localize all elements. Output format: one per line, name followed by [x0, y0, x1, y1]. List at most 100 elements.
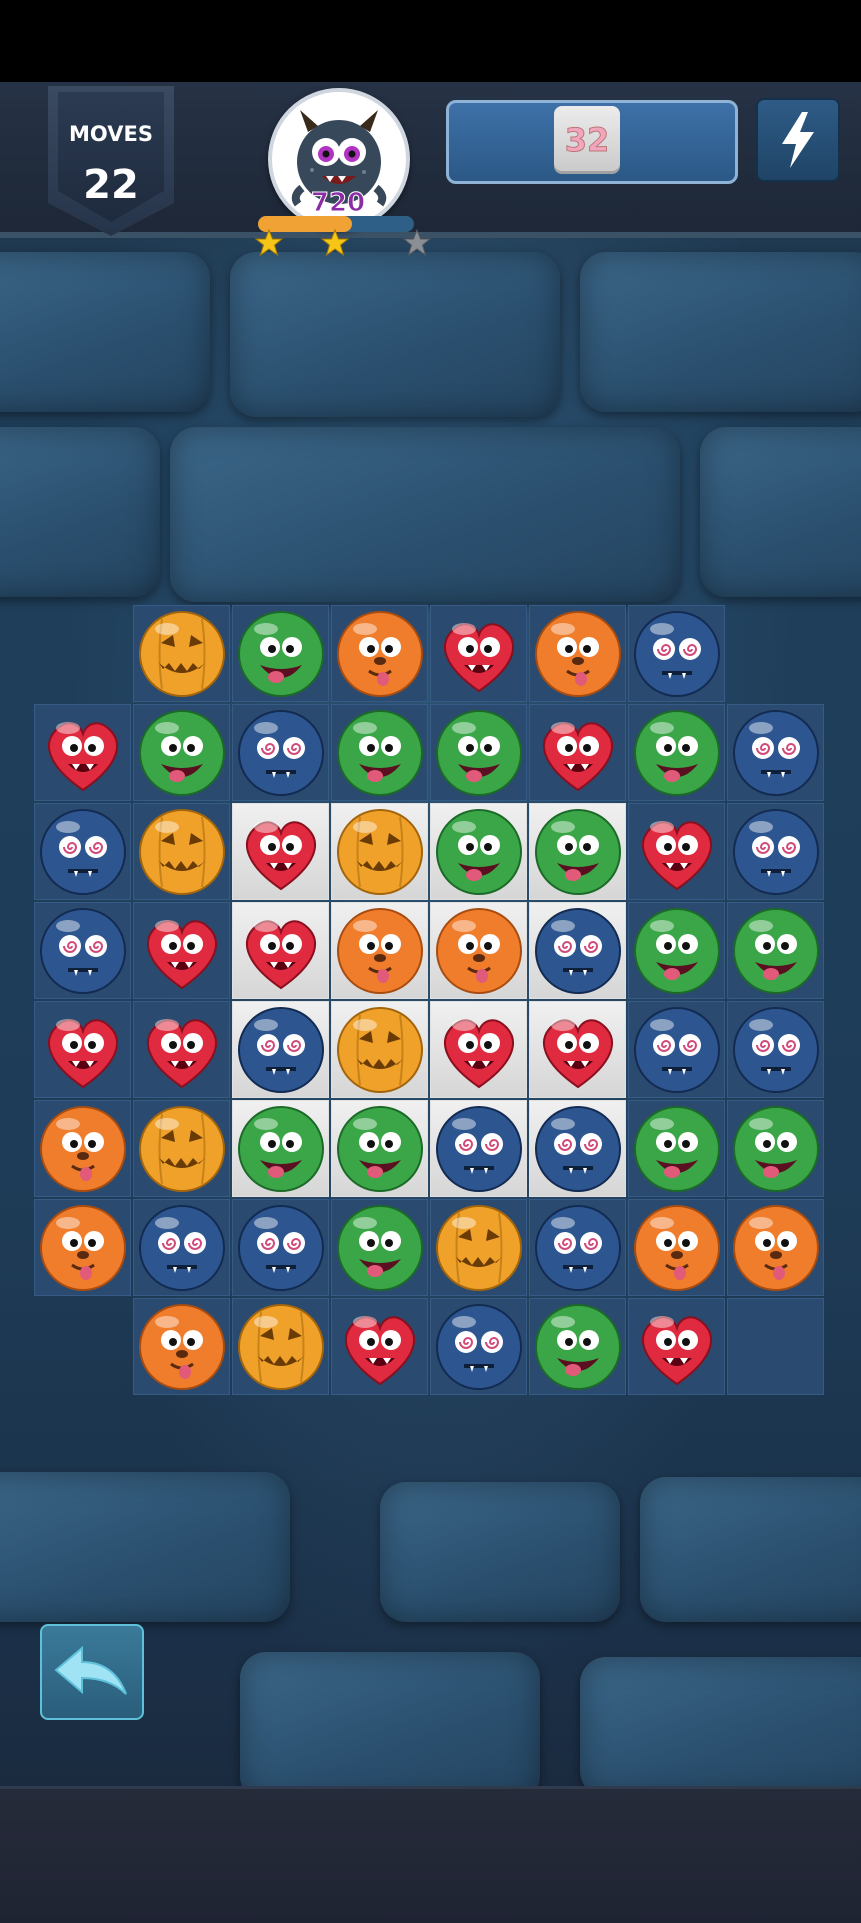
board-cell[interactable] — [133, 704, 230, 801]
board-cell[interactable] — [133, 803, 230, 900]
board-cell[interactable] — [529, 902, 626, 999]
pumpkin-monster-icon[interactable] — [335, 807, 425, 897]
board-cell[interactable] — [628, 803, 725, 900]
board-cell[interactable] — [331, 1298, 428, 1395]
board-cell[interactable] — [331, 605, 428, 702]
green-monster-icon[interactable] — [434, 807, 524, 897]
red-heart-monster-icon[interactable] — [38, 708, 128, 798]
board-cell[interactable] — [133, 1100, 230, 1197]
board-cell[interactable] — [727, 1100, 824, 1197]
red-heart-monster-icon[interactable] — [38, 1005, 128, 1095]
board-cell[interactable] — [34, 1199, 131, 1296]
blue-swirl-monster-icon[interactable] — [137, 1203, 227, 1293]
green-monster-icon[interactable] — [731, 1104, 821, 1194]
board-cell[interactable] — [133, 1298, 230, 1395]
board-cell[interactable] — [727, 902, 824, 999]
board-cell[interactable] — [628, 605, 725, 702]
red-heart-monster-icon[interactable] — [632, 807, 722, 897]
red-heart-monster-icon[interactable] — [335, 1302, 425, 1392]
green-monster-icon[interactable] — [335, 1104, 425, 1194]
board-cell[interactable] — [628, 1298, 725, 1395]
board-cell[interactable] — [232, 1001, 329, 1098]
red-heart-monster-icon[interactable] — [137, 906, 227, 996]
board-cell[interactable] — [133, 605, 230, 702]
orange-monster-icon[interactable] — [434, 906, 524, 996]
green-monster-icon[interactable] — [335, 1203, 425, 1293]
orange-monster-icon[interactable] — [38, 1203, 128, 1293]
orange-monster-icon[interactable] — [137, 1302, 227, 1392]
back-button[interactable] — [40, 1624, 144, 1720]
green-monster-icon[interactable] — [632, 708, 722, 798]
board-cell[interactable] — [133, 902, 230, 999]
blue-swirl-monster-icon[interactable] — [434, 1104, 524, 1194]
blue-swirl-monster-icon[interactable] — [236, 708, 326, 798]
board-cell[interactable] — [133, 1001, 230, 1098]
pumpkin-monster-icon[interactable] — [137, 1104, 227, 1194]
board-cell[interactable] — [232, 704, 329, 801]
board-cell[interactable] — [727, 1298, 824, 1395]
pumpkin-monster-icon[interactable] — [137, 609, 227, 699]
green-monster-icon[interactable] — [533, 1302, 623, 1392]
blue-swirl-monster-icon[interactable] — [632, 1005, 722, 1095]
board-cell[interactable] — [34, 1001, 131, 1098]
board-cell[interactable] — [34, 902, 131, 999]
board-cell[interactable] — [34, 704, 131, 801]
board-cell[interactable] — [331, 1001, 428, 1098]
board-cell[interactable] — [430, 1100, 527, 1197]
board-cell[interactable] — [727, 1199, 824, 1296]
board-cell[interactable] — [430, 605, 527, 702]
board-cell[interactable] — [34, 1100, 131, 1197]
green-monster-icon[interactable] — [137, 708, 227, 798]
board-cell[interactable] — [628, 704, 725, 801]
board-cell[interactable] — [232, 902, 329, 999]
board-cell[interactable] — [430, 1298, 527, 1395]
board-cell[interactable] — [430, 1001, 527, 1098]
orange-monster-icon[interactable] — [335, 609, 425, 699]
board-cell[interactable] — [232, 1298, 329, 1395]
red-heart-monster-icon[interactable] — [632, 1302, 722, 1392]
board-cell[interactable] — [628, 1001, 725, 1098]
board-cell[interactable] — [331, 1199, 428, 1296]
blue-swirl-monster-icon[interactable] — [533, 906, 623, 996]
pumpkin-monster-icon[interactable] — [236, 1302, 326, 1392]
blue-swirl-monster-icon[interactable] — [731, 807, 821, 897]
board-cell[interactable] — [232, 1100, 329, 1197]
orange-monster-icon[interactable] — [335, 906, 425, 996]
green-monster-icon[interactable] — [533, 807, 623, 897]
board-cell[interactable] — [34, 803, 131, 900]
blue-swirl-monster-icon[interactable] — [533, 1203, 623, 1293]
red-heart-monster-icon[interactable] — [236, 906, 326, 996]
red-heart-monster-icon[interactable] — [236, 807, 326, 897]
board-cell[interactable] — [529, 1298, 626, 1395]
pumpkin-monster-icon[interactable] — [137, 807, 227, 897]
green-monster-icon[interactable] — [434, 708, 524, 798]
board-cell[interactable] — [331, 1100, 428, 1197]
board-cell[interactable] — [727, 1001, 824, 1098]
board-cell[interactable] — [529, 1199, 626, 1296]
board-cell[interactable] — [529, 704, 626, 801]
board-cell[interactable] — [430, 1199, 527, 1296]
board-cell[interactable] — [232, 605, 329, 702]
green-monster-icon[interactable] — [236, 1104, 326, 1194]
green-monster-icon[interactable] — [236, 609, 326, 699]
board-cell[interactable] — [628, 1199, 725, 1296]
blue-swirl-monster-icon[interactable] — [731, 708, 821, 798]
board-cell[interactable] — [529, 605, 626, 702]
board-cell[interactable] — [430, 902, 527, 999]
blue-swirl-monster-icon[interactable] — [38, 807, 128, 897]
board-cell[interactable] — [529, 803, 626, 900]
board-cell[interactable] — [628, 902, 725, 999]
orange-monster-icon[interactable] — [533, 609, 623, 699]
red-heart-monster-icon[interactable] — [434, 609, 524, 699]
green-monster-icon[interactable] — [335, 708, 425, 798]
board-cell[interactable] — [529, 1100, 626, 1197]
red-heart-monster-icon[interactable] — [434, 1005, 524, 1095]
green-monster-icon[interactable] — [731, 906, 821, 996]
board-cell[interactable] — [430, 803, 527, 900]
board-cell[interactable] — [232, 803, 329, 900]
blue-swirl-monster-icon[interactable] — [38, 906, 128, 996]
blue-swirl-monster-icon[interactable] — [434, 1302, 524, 1392]
board-cell[interactable] — [628, 1100, 725, 1197]
orange-monster-icon[interactable] — [731, 1203, 821, 1293]
blue-swirl-monster-icon[interactable] — [632, 609, 722, 699]
